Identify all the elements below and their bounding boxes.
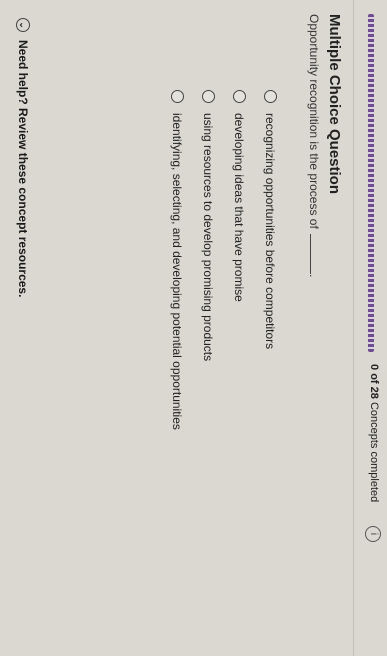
radio-button[interactable] [233, 90, 246, 103]
progress-total-count: 28 [368, 386, 380, 399]
radio-button[interactable] [171, 90, 184, 103]
option-3[interactable]: using resources to develop promising pro… [193, 90, 224, 430]
option-2[interactable]: developing ideas that have promise [224, 90, 255, 430]
info-icon[interactable]: i [365, 526, 381, 542]
question-panel: 0 of 28 Concepts completed i Multiple Ch… [0, 0, 387, 656]
question-prompt-text: Opportunity recognition is the process o… [307, 14, 321, 229]
progress-suffix: Concepts completed [368, 401, 380, 503]
progress-header: 0 of 28 Concepts completed i [361, 0, 383, 656]
question-title: Multiple Choice Question [326, 14, 343, 195]
question-prompt: Opportunity recognition is the process o… [307, 14, 321, 277]
progress-bar [368, 14, 374, 352]
radio-button[interactable] [264, 90, 277, 103]
option-label: recognizing opportunities before competi… [263, 113, 278, 350]
answer-blank [310, 234, 311, 275]
header-divider [353, 0, 354, 656]
help-label: Need help? Review these concept resource… [16, 40, 30, 298]
help-link[interactable]: ⌄ Need help? Review these concept resour… [16, 18, 30, 297]
option-4[interactable]: identifying, selecting, and developing p… [162, 90, 193, 430]
answer-options: recognizing opportunities before competi… [162, 90, 286, 430]
question-prompt-end: . [307, 274, 321, 278]
option-1[interactable]: recognizing opportunities before competi… [255, 90, 286, 430]
radio-button[interactable] [202, 90, 215, 103]
progress-status: 0 of 28 Concepts completed [368, 364, 380, 502]
option-label: identifying, selecting, and developing p… [170, 113, 185, 430]
progress-of-word: of [368, 373, 380, 384]
screen-frame: 0 of 28 Concepts completed i Multiple Ch… [0, 0, 387, 656]
option-label: using resources to develop promising pro… [201, 113, 216, 362]
progress-completed-count: 0 [368, 364, 380, 371]
chevron-down-icon: ⌄ [16, 18, 30, 32]
option-label: developing ideas that have promise [232, 113, 247, 302]
